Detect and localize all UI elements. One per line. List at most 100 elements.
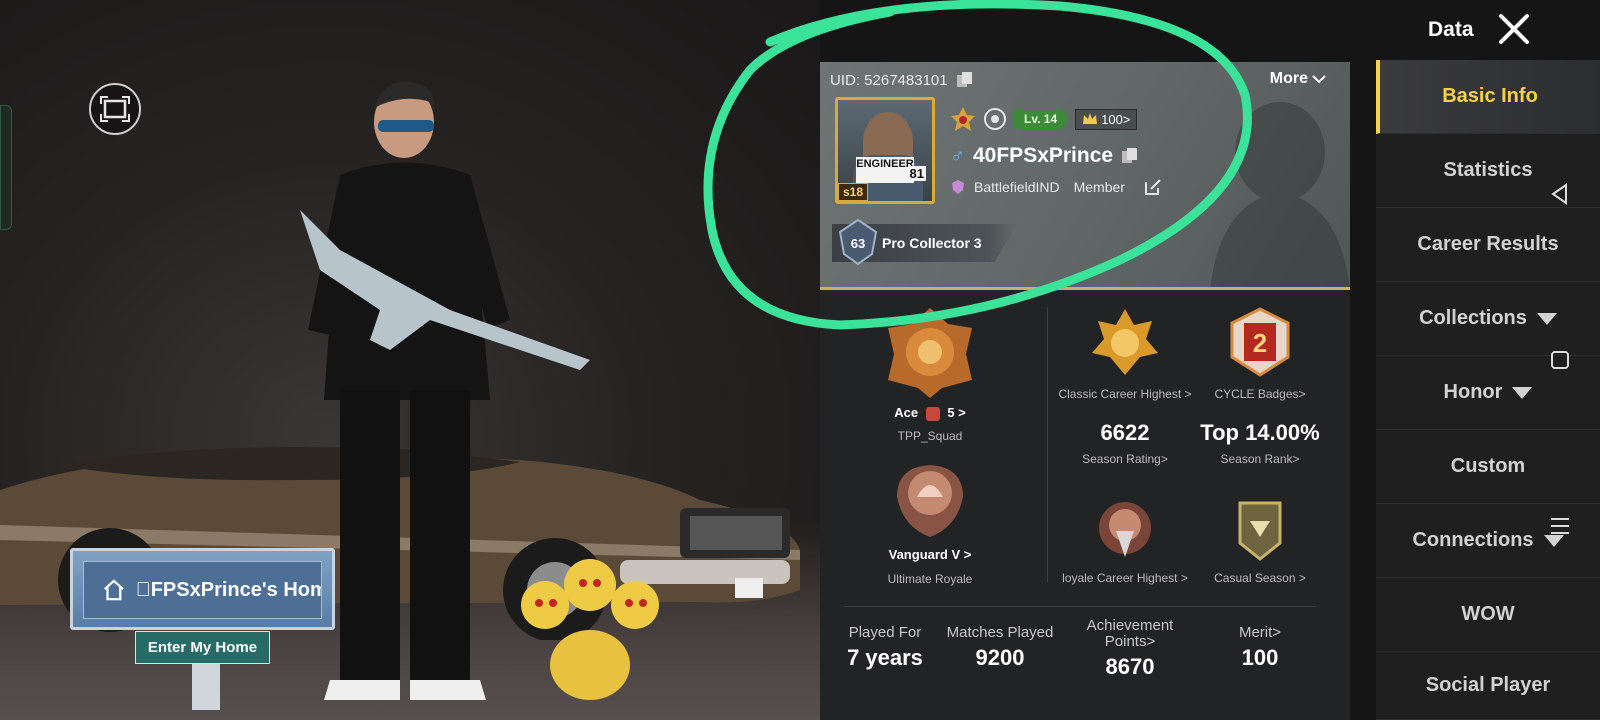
- casual-season-label: Casual Season >: [1214, 571, 1306, 585]
- classic-career-icon: [1092, 309, 1158, 375]
- avatar-number: 81: [907, 166, 926, 181]
- achievement-points-label: Achievement Points>: [1086, 617, 1174, 650]
- title-emblem-icon: 63: [838, 218, 878, 266]
- name-row: ♂ 40FPSxPrince: [950, 144, 1139, 168]
- male-icon: ♂: [950, 144, 965, 167]
- casual-season-block[interactable]: Casual Season >: [1190, 497, 1330, 585]
- royale-career-icon: [1099, 502, 1151, 557]
- sidebar-item-social-player[interactable]: Social Player: [1376, 652, 1600, 720]
- title-level: 63: [851, 236, 865, 251]
- avatar-sign: ENGINEER: [856, 157, 914, 183]
- sidebar-item-label: Custom: [1450, 455, 1526, 477]
- home-sign-board:  FPSxPrince's Home: [70, 548, 335, 630]
- sidebar-item-label: Statistics: [1443, 159, 1533, 181]
- level-badge: Lv. 14: [1014, 109, 1070, 129]
- popularity-button[interactable]: 100>: [1075, 108, 1138, 130]
- cycle-badge-icon: 2: [1230, 307, 1290, 377]
- sign-post: [192, 660, 220, 710]
- sidebar-item-career-results[interactable]: Career Results: [1376, 208, 1600, 282]
- data-sidebar: Basic Info Statistics Career Results Col…: [1376, 60, 1600, 720]
- classic-career-block[interactable]: Classic Career Highest >: [1055, 307, 1195, 401]
- merit-value: 100: [1241, 645, 1279, 670]
- stats-divider: [1047, 307, 1048, 582]
- sidebar-item-label: Collections: [1419, 307, 1527, 329]
- caret-down-icon: [1512, 386, 1533, 399]
- season-rank-label: Season Rank>: [1220, 452, 1300, 466]
- sidebar-item-label: WOW: [1461, 603, 1515, 625]
- cycle-badge-number: 2: [1253, 328, 1267, 358]
- merit-label: Merit>: [1238, 624, 1282, 641]
- home-title:  FPSxPrince's Home: [135, 578, 321, 601]
- copy-icon[interactable]: [956, 71, 974, 89]
- summary-divider: [844, 606, 1316, 607]
- tier-block[interactable]: Ace 5 > TPP_Squad: [860, 304, 1000, 443]
- played-for-block: Played For 7 years: [830, 625, 940, 671]
- played-for-value: 7 years: [847, 645, 923, 670]
- sidebar-item-custom[interactable]: Custom: [1376, 430, 1600, 504]
- sidebar-item-collections[interactable]: Collections: [1376, 282, 1600, 356]
- season-rating-value: 6622: [1100, 420, 1150, 445]
- cycle-badges-block[interactable]: 2 CYCLE Badges>: [1190, 307, 1330, 401]
- casual-season-icon: [1238, 501, 1282, 561]
- season-rank-value: Top 14.00%: [1200, 420, 1320, 445]
- tier-label: Ace: [894, 405, 919, 420]
- close-icon[interactable]: [1497, 12, 1531, 46]
- sidebar-item-label: Career Results: [1417, 233, 1559, 255]
- achievement-points-value: 8670: [1105, 654, 1155, 679]
- popularity-value: 100>: [1101, 111, 1131, 127]
- page-title: Data: [1428, 18, 1474, 41]
- more-button[interactable]: More: [1270, 70, 1326, 88]
- season-rating-label: Season Rating>: [1082, 452, 1168, 466]
- matches-played-label: Matches Played: [946, 624, 1054, 641]
- clan-name[interactable]: BattlefieldIND: [974, 179, 1060, 195]
- matches-played-value: 9200: [975, 645, 1025, 670]
- sidebar-item-label: Social Player: [1425, 674, 1551, 696]
- screenshot-icon[interactable]: [89, 83, 141, 135]
- enter-home-button[interactable]: Enter My Home: [135, 631, 270, 664]
- clan-icon: [952, 180, 964, 194]
- profile-panel: UID: 5267483101 More ENGINEER 81 s18 Lv.…: [820, 62, 1350, 720]
- season-rating-block[interactable]: 6622 Season Rating>: [1055, 420, 1195, 466]
- lobby-scene:  FPSxPrince's Home Enter My Home: [0, 0, 820, 720]
- back-nav-icon[interactable]: [1548, 182, 1572, 206]
- played-for-label: Played For: [848, 624, 922, 641]
- edit-icon[interactable]: [1143, 177, 1163, 197]
- uid-row: UID: 5267483101: [830, 71, 974, 89]
- tier-emblem-icon: [951, 107, 975, 131]
- player-name: 40FPSxPrince: [973, 144, 1114, 167]
- edge-handle[interactable]: [0, 105, 12, 230]
- ace-medal-icon: [888, 308, 972, 398]
- vanguard-mode: Ultimate Royale: [887, 572, 973, 586]
- tier-mode: TPP_Squad: [897, 428, 963, 443]
- tier-row: Ace 5 >: [860, 405, 1000, 421]
- tier-crest-icon: [925, 406, 940, 421]
- clan-row: BattlefieldIND Member: [950, 177, 1163, 197]
- vanguard-block[interactable]: Vanguard V > Ultimate Royale: [860, 457, 1000, 586]
- caret-down-icon: [1536, 312, 1557, 325]
- crown-icon: [1083, 113, 1098, 124]
- season-rank-block[interactable]: Top 14.00% Season Rank>: [1190, 420, 1330, 466]
- more-label: More: [1269, 70, 1308, 87]
- home-nav-icon[interactable]: [1548, 348, 1572, 372]
- badge-row: Lv. 14 100>: [950, 106, 1138, 132]
- sidebar-item-label: Connections: [1412, 529, 1534, 551]
- sidebar-item-label: Honor: [1443, 381, 1503, 403]
- achievement-points-block[interactable]: Achievement Points> 8670: [1070, 618, 1190, 680]
- sidebar-item-wow[interactable]: WOW: [1376, 578, 1600, 652]
- merit-block[interactable]: Merit> 100: [1210, 625, 1310, 671]
- copy-name-icon[interactable]: [1121, 147, 1139, 165]
- cycle-badges-label: CYCLE Badges>: [1214, 387, 1306, 401]
- house-icon: [103, 579, 124, 601]
- royale-career-block[interactable]: loyale Career Highest >: [1055, 497, 1195, 585]
- recents-nav-icon[interactable]: [1548, 514, 1572, 538]
- sidebar-item-basic-info[interactable]: Basic Info: [1376, 60, 1600, 134]
- home-sign[interactable]:  FPSxPrince's Home Enter My Home: [70, 548, 335, 710]
- pet-companion: [521, 559, 659, 700]
- avatar[interactable]: ENGINEER 81 s18: [835, 97, 935, 204]
- vanguard-medal-icon: [897, 465, 963, 537]
- level-emblem-icon: [984, 108, 1006, 130]
- royale-career-label: loyale Career Highest >: [1062, 571, 1188, 585]
- matches-played-block: Matches Played 9200: [940, 625, 1060, 671]
- profile-card: UID: 5267483101 More ENGINEER 81 s18 Lv.…: [820, 62, 1350, 290]
- home-sign-inner:  FPSxPrince's Home: [83, 561, 322, 619]
